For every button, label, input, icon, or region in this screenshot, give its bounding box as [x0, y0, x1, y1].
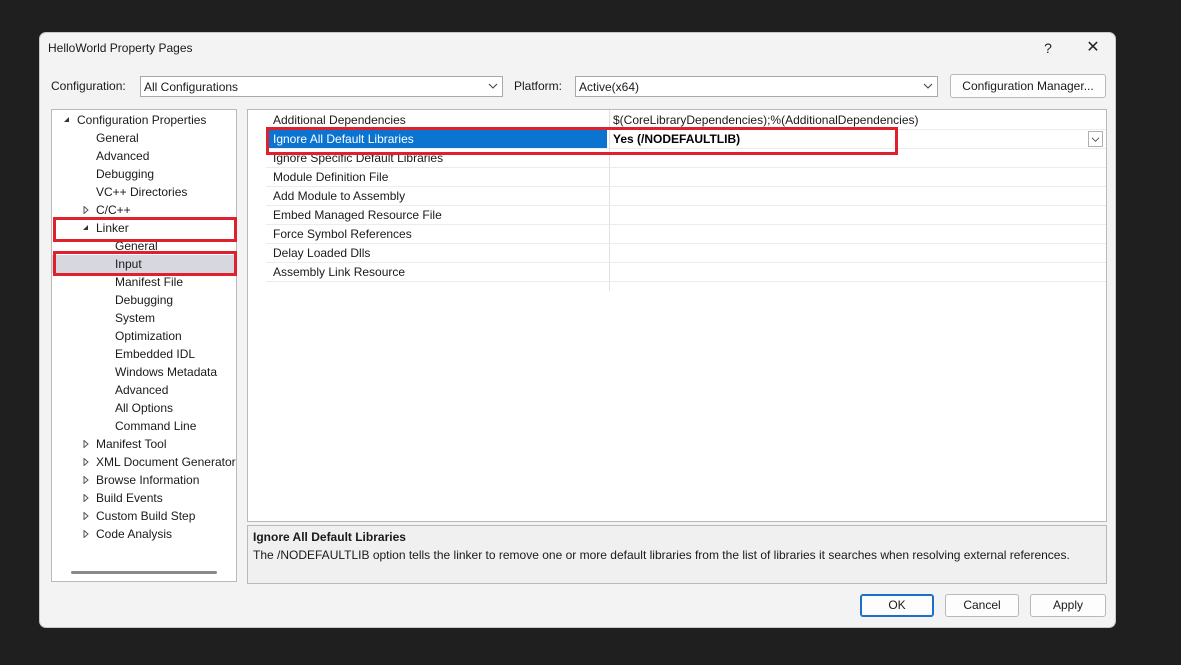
- tree-item-label: Optimization: [115, 329, 182, 343]
- property-name: Force Symbol References: [273, 227, 412, 241]
- tree-horizontal-scrollbar[interactable]: [71, 571, 217, 574]
- description-text: The /NODEFAULTLIB option tells the linke…: [253, 548, 1070, 562]
- tree-item[interactable]: Custom Build Step: [52, 507, 236, 525]
- property-name: Embed Managed Resource File: [273, 208, 442, 222]
- platform-label: Platform:: [514, 79, 563, 93]
- tree-item[interactable]: VC++ Directories: [52, 183, 236, 201]
- tree-item[interactable]: Browse Information: [52, 471, 236, 489]
- ok-button[interactable]: OK: [860, 594, 934, 617]
- property-name: Assembly Link Resource: [273, 265, 406, 279]
- configuration-label: Configuration:: [51, 79, 126, 93]
- tree-item[interactable]: Optimization: [52, 327, 236, 345]
- tree-item[interactable]: Command Line: [52, 417, 236, 435]
- tree-item-label: Debugging: [115, 293, 174, 307]
- tree-item[interactable]: Configuration Properties: [52, 111, 236, 129]
- property-value[interactable]: $(CoreLibraryDependencies);%(AdditionalD…: [613, 113, 919, 127]
- tree-item-label: Custom Build Step: [96, 509, 196, 523]
- window-title: HelloWorld Property Pages: [48, 41, 193, 55]
- tree-item-label: Configuration Properties: [77, 113, 207, 127]
- configuration-manager-button[interactable]: Configuration Manager...: [950, 74, 1106, 98]
- tree-item-label: Code Analysis: [96, 527, 173, 541]
- tree-item-label: Debugging: [96, 167, 155, 181]
- property-name: Additional Dependencies: [273, 113, 406, 127]
- chevron-down-icon: [923, 83, 933, 89]
- tree-item[interactable]: Build Events: [52, 489, 236, 507]
- tree-item-label: Advanced: [96, 149, 150, 163]
- tree-item[interactable]: Debugging: [52, 291, 236, 309]
- tree-item-label: Advanced: [115, 383, 169, 397]
- chevron-down-icon: [1091, 137, 1100, 143]
- tree-item[interactable]: Code Analysis: [52, 525, 236, 543]
- collapsed-triangle-icon[interactable]: [82, 512, 90, 520]
- property-tree: Configuration Properties General Advanced D…: [51, 109, 237, 582]
- collapsed-triangle-icon[interactable]: [82, 458, 90, 466]
- property-row[interactable]: Module Definition File: [266, 168, 1106, 187]
- tree-item-label: Manifest Tool: [96, 437, 167, 451]
- tree-item-label: XML Document Generator: [96, 455, 236, 469]
- cancel-button[interactable]: Cancel: [945, 594, 1019, 617]
- property-row[interactable]: Assembly Link Resource: [266, 263, 1106, 282]
- tree-item-label: Command Line: [115, 419, 197, 433]
- property-row[interactable]: Add Module to Assembly: [266, 187, 1106, 206]
- tree-item-label: All Options: [115, 401, 174, 415]
- tree-item[interactable]: Manifest Tool: [52, 435, 236, 453]
- property-name: Delay Loaded Dlls: [273, 246, 371, 260]
- property-pages-dialog: HelloWorld Property Pages ? ✕ Configurat…: [39, 32, 1116, 628]
- property-row[interactable]: Force Symbol References: [266, 225, 1106, 244]
- ignore-default-libraries-highlight-box: [266, 127, 898, 155]
- tree-item-label: System: [115, 311, 156, 325]
- collapsed-triangle-icon[interactable]: [82, 530, 90, 538]
- tree-item[interactable]: Advanced: [52, 147, 236, 165]
- description-panel: Ignore All Default Libraries The /NODEFA…: [247, 525, 1107, 584]
- tree-item[interactable]: System: [52, 309, 236, 327]
- value-dropdown-button[interactable]: [1088, 131, 1103, 147]
- title-bar[interactable]: HelloWorld Property Pages ? ✕: [40, 33, 1115, 63]
- tree-item-label: Browse Information: [96, 473, 200, 487]
- collapsed-triangle-icon[interactable]: [82, 494, 90, 502]
- description-title: Ignore All Default Libraries: [253, 530, 406, 544]
- apply-button[interactable]: Apply: [1030, 594, 1106, 617]
- configuration-dropdown[interactable]: All Configurations: [140, 76, 503, 97]
- collapsed-triangle-icon[interactable]: [82, 206, 90, 214]
- tree-item-label: Windows Metadata: [115, 365, 218, 379]
- input-highlight-box: [53, 251, 237, 276]
- expanded-triangle-icon[interactable]: [63, 116, 71, 124]
- tree-item[interactable]: General: [52, 129, 236, 147]
- tree-item-label: VC++ Directories: [96, 185, 188, 199]
- tree-item-label: General: [96, 131, 139, 145]
- platform-dropdown[interactable]: Active(x64): [575, 76, 938, 97]
- tree-item[interactable]: Advanced: [52, 381, 236, 399]
- chevron-down-icon: [488, 83, 498, 89]
- tree-item[interactable]: Embedded IDL: [52, 345, 236, 363]
- property-row[interactable]: Delay Loaded Dlls: [266, 244, 1106, 263]
- tree-item-label: Embedded IDL: [115, 347, 196, 361]
- property-row[interactable]: Embed Managed Resource File: [266, 206, 1106, 225]
- platform-value: Active(x64): [579, 80, 640, 94]
- tree-item-label: Build Events: [96, 491, 163, 505]
- collapsed-triangle-icon[interactable]: [82, 476, 90, 484]
- property-name: Add Module to Assembly: [273, 189, 406, 203]
- configuration-value: All Configurations: [144, 80, 239, 94]
- help-button[interactable]: ?: [1033, 36, 1063, 60]
- linker-highlight-box: [53, 217, 237, 242]
- tree-item[interactable]: All Options: [52, 399, 236, 417]
- property-grid: Additional Dependencies $(CoreLibraryDepe…: [247, 109, 1107, 522]
- property-name: Module Definition File: [273, 170, 389, 184]
- collapsed-triangle-icon[interactable]: [82, 440, 90, 448]
- tree-item[interactable]: Windows Metadata: [52, 363, 236, 381]
- tree-item[interactable]: XML Document Generator: [52, 453, 236, 471]
- tree-item[interactable]: Debugging: [52, 165, 236, 183]
- close-button[interactable]: ✕: [1078, 36, 1108, 60]
